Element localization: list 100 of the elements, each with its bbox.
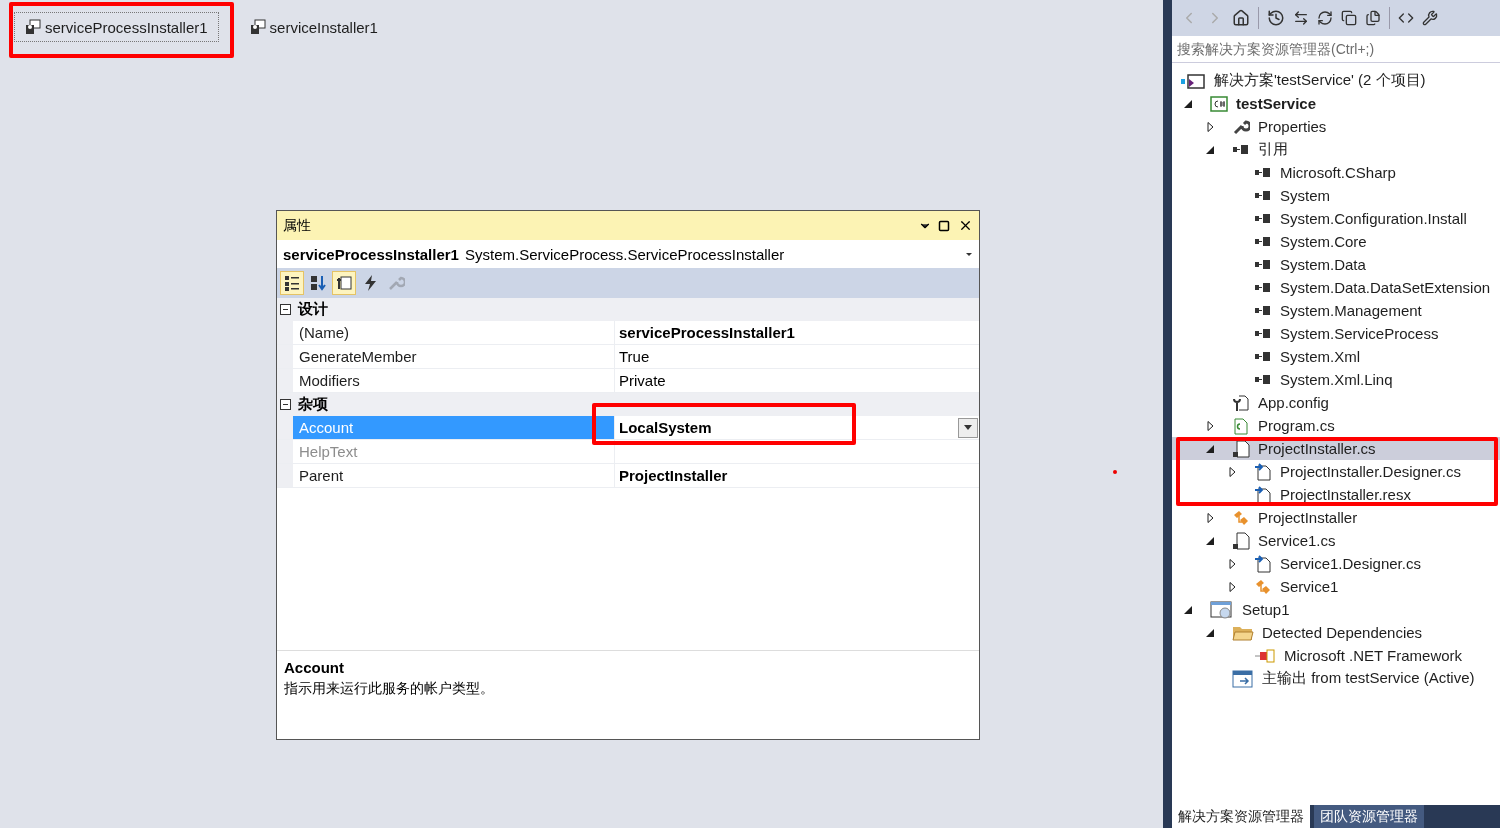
- tree-item-label: Service1.cs: [1258, 532, 1336, 549]
- tree-row[interactable]: 引用: [1172, 138, 1500, 161]
- tree-item-label: Program.cs: [1258, 417, 1335, 434]
- toolbar-button[interactable]: [280, 271, 304, 295]
- tree-row[interactable]: Microsoft .NET Framework: [1172, 644, 1500, 667]
- caret-icon: [965, 251, 973, 257]
- tree-item-label: System.Xml.Linq: [1280, 371, 1393, 388]
- tree-row[interactable]: System.ServiceProcess: [1172, 322, 1500, 345]
- tree-row[interactable]: System.Data.DataSetExtension: [1172, 276, 1500, 299]
- component-file-icon: [1232, 531, 1250, 550]
- tree-row[interactable]: Service1.Designer.cs: [1172, 552, 1500, 575]
- tree-row[interactable]: ProjectInstaller: [1172, 506, 1500, 529]
- tree-row[interactable]: App.config: [1172, 391, 1500, 414]
- tree-row[interactable]: Properties: [1172, 115, 1500, 138]
- annotation-dot: [1113, 470, 1117, 474]
- property-value[interactable]: serviceProcessInstaller1: [619, 324, 795, 341]
- component-file-icon: [1232, 439, 1250, 458]
- tree-item-label: System.Management: [1280, 302, 1422, 319]
- category-row[interactable]: 设计: [277, 298, 979, 321]
- tree-row[interactable]: 解决方案'testService' (2 个项目): [1172, 69, 1500, 92]
- tree-row[interactable]: testService: [1172, 92, 1500, 115]
- component-icon: [249, 19, 266, 35]
- tree-item-label: App.config: [1258, 394, 1329, 411]
- tree-item-label: testService: [1236, 95, 1317, 112]
- tree-row[interactable]: Setup1: [1172, 598, 1500, 621]
- collapse-icon[interactable]: [280, 304, 291, 315]
- dropdown-button[interactable]: [958, 417, 978, 438]
- csharp-project-icon: [1210, 94, 1228, 113]
- tree-row[interactable]: 主输出 from testService (Active): [1172, 667, 1500, 690]
- toolbar-button[interactable]: [332, 271, 356, 295]
- tree-item-label: ProjectInstaller.resx: [1280, 486, 1411, 503]
- property-value[interactable]: True: [619, 348, 650, 365]
- dependency-icon: [1254, 646, 1276, 665]
- description-text: 指示用来运行此服务的帐户类型。: [284, 680, 495, 698]
- refresh-icon[interactable]: [1317, 10, 1333, 26]
- tree-row[interactable]: Program.cs: [1172, 414, 1500, 437]
- tree-item-label: ProjectInstaller: [1258, 509, 1358, 526]
- tree-item-label: ProjectInstaller.cs: [1258, 440, 1376, 457]
- tree-item-label: Service1: [1280, 578, 1339, 595]
- tree-row[interactable]: System.Configuration.Install: [1172, 207, 1500, 230]
- class-icon: [1232, 508, 1250, 527]
- component-icon: [25, 19, 41, 35]
- close-icon[interactable]: [958, 218, 973, 233]
- tree-item-label: Microsoft.CSharp: [1280, 164, 1396, 181]
- tree-row[interactable]: System.Xml.Linq: [1172, 368, 1500, 391]
- tree-item-label: 解决方案'testService' (2 个项目): [1214, 71, 1426, 90]
- tree-item-label: 引用: [1258, 140, 1288, 159]
- tree-item-label: Microsoft .NET Framework: [1284, 647, 1463, 664]
- output-icon: [1232, 669, 1254, 688]
- tree-row[interactable]: Detected Dependencies: [1172, 621, 1500, 644]
- description-title: Account: [284, 659, 345, 676]
- tree-row[interactable]: System.Management: [1172, 299, 1500, 322]
- tree-item-label: ProjectInstaller.Designer.cs: [1280, 463, 1461, 480]
- tree-item-label: Detected Dependencies: [1262, 624, 1423, 641]
- setup-project-icon: [1210, 600, 1234, 619]
- designer-file-icon: [1254, 462, 1272, 481]
- tab[interactable]: 团队资源管理器: [1314, 805, 1424, 828]
- tree-row[interactable]: Service1.cs: [1172, 529, 1500, 552]
- tree-row[interactable]: Service1: [1172, 575, 1500, 598]
- tree-row[interactable]: ProjectInstaller.resx: [1172, 483, 1500, 506]
- designer-file-icon: [1254, 485, 1272, 504]
- tree-row[interactable]: System.Core: [1172, 230, 1500, 253]
- component-tray-item[interactable]: serviceInstaller1: [238, 12, 389, 42]
- tree-row[interactable]: ProjectInstaller.Designer.cs: [1172, 460, 1500, 483]
- tree-item-label: Properties: [1258, 118, 1327, 135]
- home-icon[interactable]: [1232, 9, 1250, 27]
- sort-alphabetical-icon: [309, 274, 327, 292]
- tree-row[interactable]: System: [1172, 184, 1500, 207]
- tree-item-label: System.Configuration.Install: [1280, 210, 1467, 227]
- component-tray-item[interactable]: serviceProcessInstaller1: [14, 12, 219, 42]
- history-icon[interactable]: [1267, 9, 1285, 27]
- tree-row[interactable]: System.Data: [1172, 253, 1500, 276]
- class-icon: [1254, 577, 1272, 596]
- sync-icon[interactable]: [1293, 10, 1309, 26]
- wrench-icon: [387, 274, 405, 292]
- tree-row[interactable]: System.Xml: [1172, 345, 1500, 368]
- code-icon[interactable]: [1398, 10, 1414, 26]
- category-name: 设计: [298, 300, 328, 319]
- collapse-icon[interactable]: [280, 399, 291, 410]
- tree-item-label: System.Data: [1280, 256, 1366, 273]
- maximize-icon[interactable]: [938, 219, 950, 232]
- categorized-icon: [283, 274, 301, 292]
- property-value[interactable]: Private: [619, 372, 666, 389]
- properties-icon: [335, 274, 353, 292]
- tree-row[interactable]: Microsoft.CSharp: [1172, 161, 1500, 184]
- tab[interactable]: 解决方案资源管理器: [1172, 805, 1310, 828]
- tree-item-label: System.Xml: [1280, 348, 1360, 365]
- show-all-files-icon[interactable]: [1365, 10, 1381, 26]
- wrench-icon[interactable]: [1422, 10, 1438, 26]
- tree-item-label: 主输出 from testService (Active): [1262, 669, 1475, 688]
- property-value[interactable]: LocalSystem: [619, 419, 712, 436]
- category-name: 杂项: [298, 395, 328, 414]
- category-row[interactable]: 杂项: [277, 393, 979, 416]
- collapse-all-icon[interactable]: [1341, 10, 1357, 26]
- tree-item-label: System.ServiceProcess: [1280, 325, 1439, 342]
- tree-item-label: Setup1: [1242, 601, 1290, 618]
- object-selector[interactable]: serviceProcessInstaller1 System.ServiceProcess.ServiceProcessInstaller: [277, 240, 979, 268]
- caret-icon: [964, 425, 972, 430]
- config-file-icon: [1232, 393, 1250, 412]
- property-value[interactable]: ProjectInstaller: [619, 467, 728, 484]
